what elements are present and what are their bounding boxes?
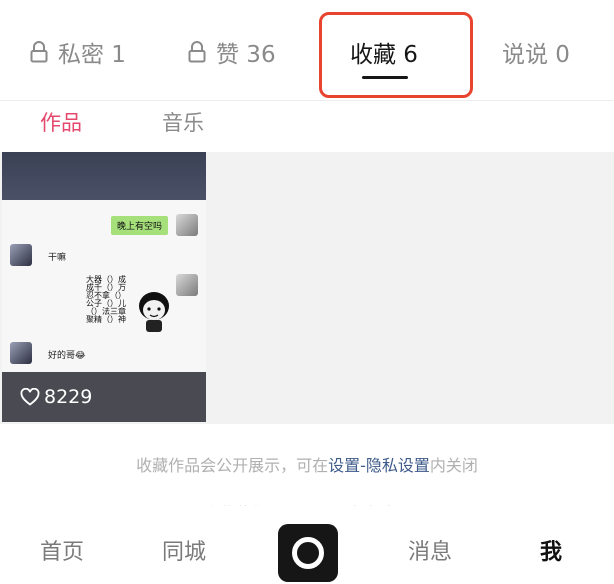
- avatar: [176, 214, 198, 236]
- nav-city[interactable]: 同城: [162, 534, 206, 566]
- nav-me[interactable]: 我: [540, 534, 562, 566]
- privacy-settings-link[interactable]: 设置-隐私设置: [328, 456, 430, 475]
- sub-tab-bar: 作品 音乐: [0, 101, 614, 149]
- tab-private[interactable]: 私密 1: [30, 34, 126, 70]
- video-likes: 8229: [20, 386, 92, 408]
- chat-message: 干嘛: [48, 253, 67, 263]
- notice-prefix: 收藏作品会公开展示，可在: [136, 456, 329, 475]
- create-button[interactable]: [278, 524, 338, 582]
- avatar: [10, 342, 32, 364]
- lock-icon: [188, 41, 206, 63]
- puzzle-line: 聚精（）神: [86, 315, 126, 324]
- tab-likes[interactable]: 赞 36: [188, 34, 276, 70]
- video-grid: 晚上有空吗 干嘛 大器（）成 成千（）万 忍不拿（） 公子（）儿 （）法三章 聚…: [0, 152, 614, 424]
- thumbnail-sky: [2, 152, 206, 202]
- lock-icon: [30, 41, 48, 63]
- likes-count: 8229: [44, 386, 93, 408]
- heart-icon: [20, 388, 40, 406]
- tab-posts-label: 说说 0: [502, 42, 570, 68]
- tab-likes-label: 赞 36: [216, 42, 276, 68]
- camera-ring-icon: [292, 537, 324, 569]
- idiom-puzzle: 大器（）成 成千（）万 忍不拿（） 公子（）儿 （）法三章 聚精（）神: [86, 276, 136, 324]
- notice-suffix: 内关闭: [429, 456, 478, 475]
- highlight-annotation-box: [319, 12, 473, 98]
- subtab-music[interactable]: 音乐: [162, 107, 204, 137]
- profile-tab-bar: 私密 1 赞 36 收藏 6 说说 0: [0, 0, 614, 100]
- nav-messages[interactable]: 消息: [408, 534, 452, 566]
- avatar: [10, 244, 32, 266]
- chat-message: 好的哥😂: [48, 351, 86, 361]
- bottom-navigation: 首页 同城 消息 我: [0, 506, 614, 584]
- subtab-works[interactable]: 作品: [40, 107, 82, 137]
- video-thumbnail[interactable]: 晚上有空吗 干嘛 大器（）成 成千（）万 忍不拿（） 公子（）儿 （）法三章 聚…: [2, 152, 206, 422]
- chat-bubble: 晚上有空吗: [110, 216, 168, 235]
- nav-home[interactable]: 首页: [40, 534, 84, 566]
- favorites-public-notice: 收藏作品会公开展示，可在设置-隐私设置内关闭: [0, 452, 614, 476]
- meme-sticker-icon: [139, 292, 169, 332]
- avatar: [176, 274, 198, 296]
- tab-posts[interactable]: 说说 0: [502, 34, 570, 70]
- tab-private-label: 私密 1: [58, 42, 126, 68]
